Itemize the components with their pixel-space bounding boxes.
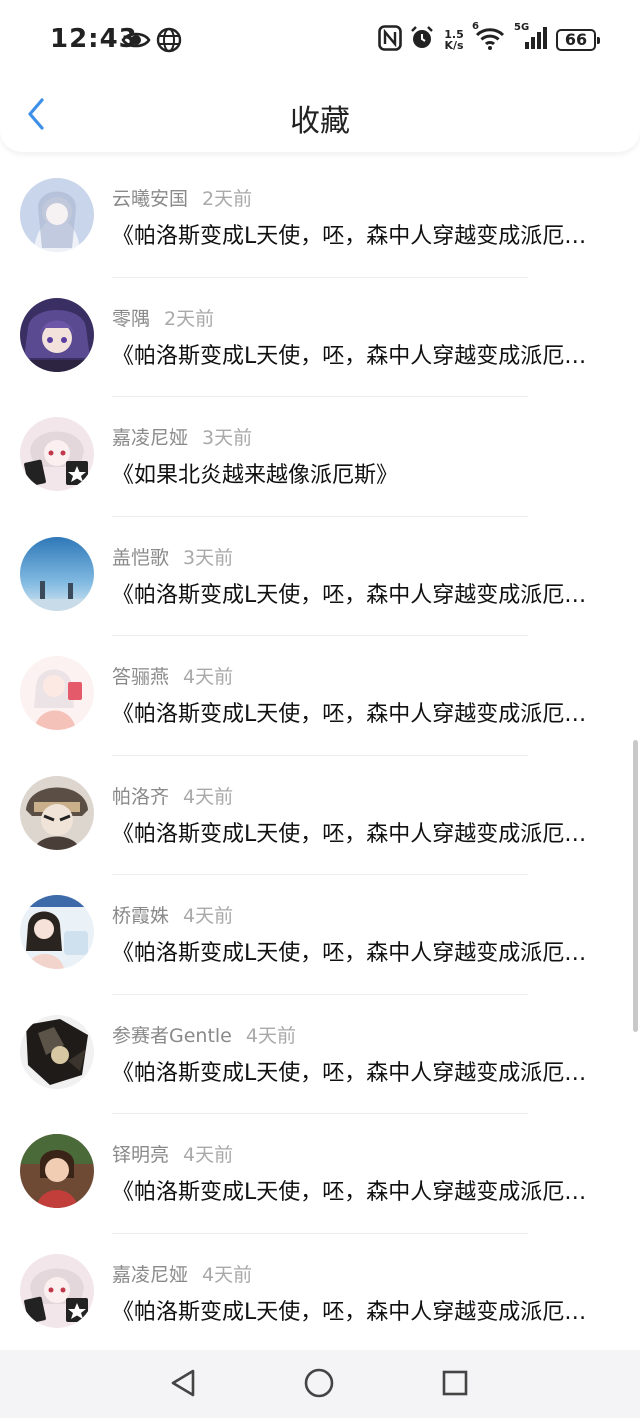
nav-recents-button[interactable] [438, 1368, 472, 1402]
timestamp: 4天前 [183, 905, 234, 927]
list-item[interactable]: 桥霞姝 4天前 《帕洛斯变成L天使，呸，森中人穿越变成派厄斯》 [0, 875, 640, 995]
collection-title[interactable]: 《帕洛斯变成L天使，呸，森中人穿越变成派厄斯》 [112, 816, 604, 848]
status-bar: 12:43 1.5 K/s 6 5G 66 [0, 0, 640, 80]
net-speed: 1.5 K/s [444, 28, 464, 52]
battery-icon: 66 [556, 29, 600, 51]
system-nav-bar [0, 1350, 640, 1418]
list-item[interactable]: 铎明亮 4天前 《帕洛斯变成L天使，呸，森中人穿越变成派厄斯》 [0, 1114, 640, 1234]
signal-icon: 5G [514, 22, 548, 55]
timestamp: 4天前 [183, 1144, 234, 1166]
collection-title[interactable]: 《帕洛斯变成L天使，呸，森中人穿越变成派厄斯》 [112, 696, 604, 728]
collection-title[interactable]: 《帕洛斯变成L天使，呸，森中人穿越变成派厄斯》 [112, 1055, 604, 1087]
list-item[interactable]: 盖恺歌 3天前 《帕洛斯变成L天使，呸，森中人穿越变成派厄斯》 [0, 517, 640, 636]
timestamp: 4天前 [245, 1024, 296, 1047]
nav-home-button[interactable] [302, 1368, 336, 1402]
timestamp: 3天前 [183, 546, 234, 569]
timestamp: 2天前 [164, 307, 215, 330]
collection-title[interactable]: 《帕洛斯变成L天使，呸，森中人穿越变成派厄斯》 [112, 1174, 604, 1206]
avatar [20, 1134, 94, 1208]
timestamp: 4天前 [183, 666, 234, 688]
collection-title[interactable]: 《帕洛斯变成L天使，呸，森中人穿越变成派厄斯》 [112, 935, 604, 967]
username[interactable]: 盖恺歌 [112, 547, 169, 569]
avatar [20, 775, 94, 850]
collection-title[interactable]: 《帕洛斯变成L天使，呸，森中人穿越变成派厄斯》 [112, 577, 604, 609]
avatar [20, 536, 94, 611]
collection-title[interactable]: 《帕洛斯变成L天使，呸，森中人穿越变成派厄斯》 [112, 218, 604, 250]
globe-icon [156, 26, 182, 58]
wifi-badge: 6 [472, 21, 479, 32]
avatar [20, 1253, 94, 1328]
avatar [20, 895, 94, 969]
username[interactable]: 嘉凌尼娅 [112, 427, 188, 449]
square-recents-icon [441, 1369, 469, 1401]
list-item[interactable]: 嘉凌尼娅 4天前 《帕洛斯变成L天使，呸，森中人穿越变成派厄斯》 [0, 1234, 640, 1354]
timestamp: 3天前 [202, 427, 253, 449]
avatar [20, 417, 94, 491]
eye-icon [121, 26, 151, 58]
page-title: 收藏 [290, 104, 350, 139]
collection-title[interactable]: 《帕洛斯变成L天使，呸，森中人穿越变成派厄斯》 [112, 1294, 604, 1326]
favorites-list: 云曦安国 2天前 《帕洛斯变成L天使，呸，森中人穿越变成派厄斯》 零隅 2天前 《帕… [0, 158, 640, 1353]
avatar [20, 1014, 94, 1089]
timestamp: 4天前 [202, 1263, 253, 1286]
username[interactable]: 嘉凌尼娅 [112, 1264, 188, 1286]
collection-title[interactable]: 《如果北炎越来越像派厄斯》 [112, 457, 604, 489]
username[interactable]: 帕洛齐 [112, 786, 169, 808]
signal-label: 5G [514, 22, 530, 33]
list-item[interactable]: 帕洛齐 4天前 《帕洛斯变成L天使，呸，森中人穿越变成派厄斯》 [0, 756, 640, 875]
avatar [20, 656, 94, 730]
username[interactable]: 桥霞姝 [112, 905, 169, 927]
nav-back-button[interactable] [166, 1368, 200, 1402]
scrollbar[interactable] [633, 740, 638, 1032]
timestamp: 4天前 [183, 785, 234, 808]
username[interactable]: 参赛者Gentle [112, 1025, 232, 1047]
collection-title[interactable]: 《帕洛斯变成L天使，呸，森中人穿越变成派厄斯》 [112, 338, 604, 370]
avatar [20, 178, 94, 252]
list-item[interactable]: 零隅 2天前 《帕洛斯变成L天使，呸，森中人穿越变成派厄斯》 [0, 278, 640, 397]
timestamp: 2天前 [202, 188, 253, 210]
status-icons: 1.5 K/s 6 5G 66 [378, 21, 600, 56]
circle-home-icon [303, 1367, 335, 1403]
list-item[interactable]: 嘉凌尼娅 3天前 《如果北炎越来越像派厄斯》 [0, 397, 640, 517]
triangle-back-icon [169, 1368, 197, 1402]
username[interactable]: 答骊燕 [112, 666, 169, 688]
alarm-icon [410, 25, 434, 55]
battery-level: 66 [564, 30, 588, 49]
top-app-bar: 收藏 [0, 80, 640, 152]
nfc-icon [378, 25, 402, 55]
avatar [20, 297, 94, 372]
list-item[interactable]: 参赛者Gentle 4天前 《帕洛斯变成L天使，呸，森中人穿越变成派厄斯》 [0, 995, 640, 1114]
wifi-icon: 6 [472, 21, 506, 55]
username[interactable]: 云曦安国 [112, 188, 188, 210]
username[interactable]: 铎明亮 [112, 1144, 169, 1166]
username[interactable]: 零隅 [112, 308, 150, 330]
list-item[interactable]: 云曦安国 2天前 《帕洛斯变成L天使，呸，森中人穿越变成派厄斯》 [0, 158, 640, 278]
list-item[interactable]: 答骊燕 4天前 《帕洛斯变成L天使，呸，森中人穿越变成派厄斯》 [0, 636, 640, 756]
